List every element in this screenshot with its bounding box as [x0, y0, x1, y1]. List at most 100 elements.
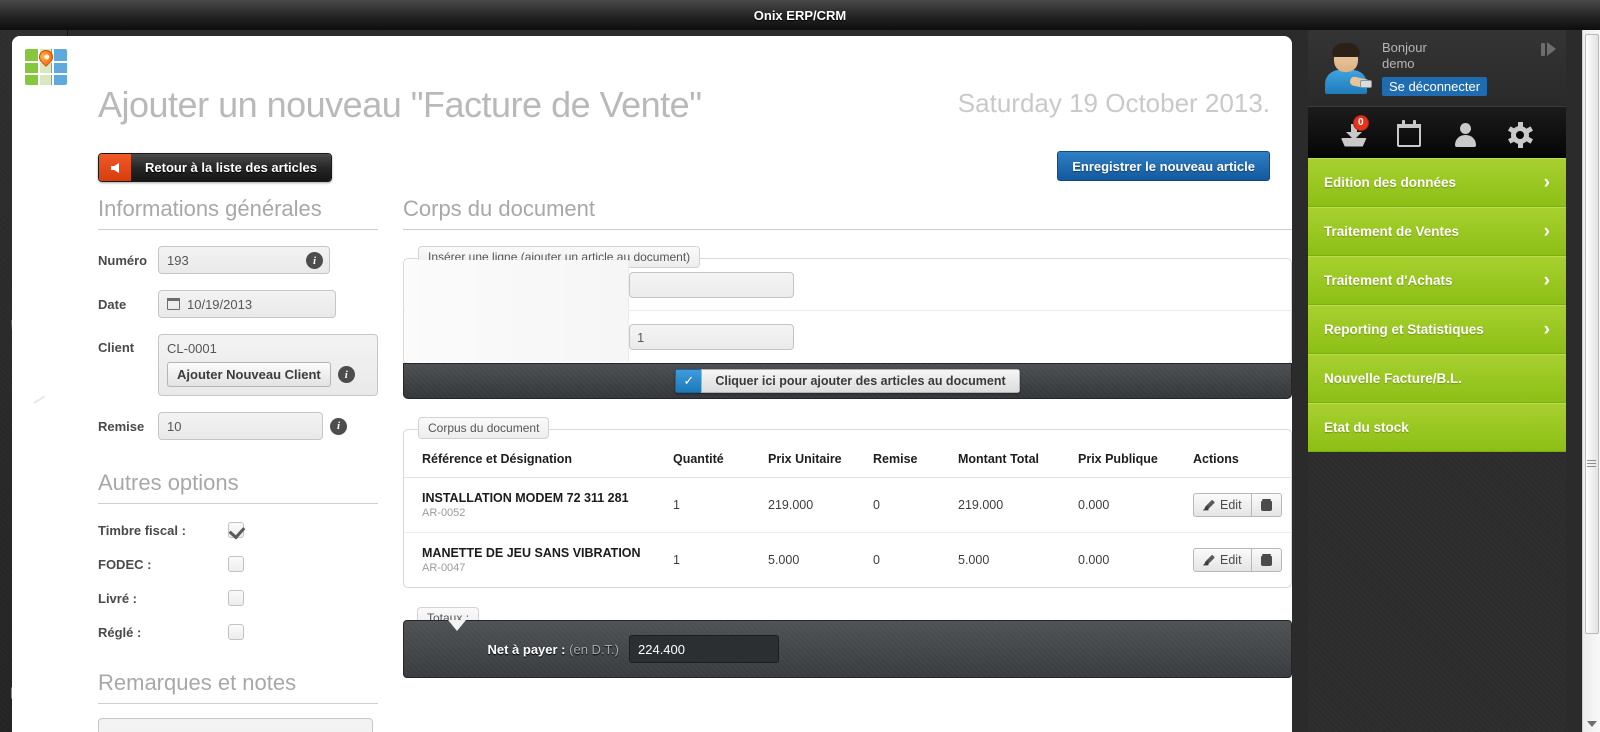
option-timbre-fiscal-checkbox[interactable] — [228, 522, 244, 538]
cell-prix-unitaire: 219.000 — [764, 477, 869, 533]
browser-scrollbar[interactable] — [1582, 30, 1600, 732]
add-new-client-button[interactable]: Ajouter Nouveau Client — [167, 362, 331, 387]
item-designation: INSTALLATION MODEM 72 311 281 — [422, 491, 629, 505]
remise-value: 10 — [167, 418, 182, 434]
table-row: INSTALLATION MODEM 72 311 281 AR-0052 1 … — [404, 477, 1291, 533]
info-icon[interactable]: i — [306, 252, 323, 269]
calendar-icon[interactable] — [1394, 119, 1424, 147]
trash-icon — [1260, 554, 1272, 566]
col-actions: Actions — [1189, 430, 1291, 478]
option-regle-row: Réglé : — [98, 624, 378, 640]
sidebar-item-reporting-et-statistiques[interactable]: Reporting et Statistiques › — [1308, 305, 1566, 354]
delete-row-button[interactable] — [1251, 493, 1282, 517]
add-articles-label: Cliquer ici pour ajouter des articles au… — [701, 369, 1020, 393]
quantity-value: 1 — [637, 329, 645, 345]
numero-input[interactable]: 193 i — [158, 246, 330, 274]
back-to-list-button[interactable]: Retour à la liste des articles — [98, 153, 332, 182]
save-button-label: Enregistrer le nouveau article — [1072, 158, 1255, 174]
edit-row-button[interactable]: Edit — [1193, 548, 1252, 572]
option-livre-checkbox[interactable] — [228, 590, 244, 606]
menu-label: Reporting et Statistiques — [1324, 322, 1484, 337]
item-reference-code: AR-0052 — [422, 507, 466, 519]
option-fodec-checkbox[interactable] — [228, 556, 244, 572]
cell-quantite: 1 — [669, 477, 764, 533]
pencil-icon — [1203, 499, 1215, 511]
items-table: Référence et Désignation Quantité Prix U… — [404, 430, 1291, 587]
quantity-input[interactable]: 1 — [629, 324, 794, 350]
insert-line-grid: Désignation : Quantité 1 — [404, 259, 1291, 363]
edit-row-button[interactable]: Edit — [1193, 493, 1252, 517]
client-value[interactable]: CL-0001 — [167, 341, 369, 356]
field-numero-label: Numéro — [98, 252, 148, 268]
sidebar-item-etat-du-stock[interactable]: Etat du stock — [1308, 403, 1566, 452]
gear-icon[interactable] — [1505, 119, 1535, 148]
designation-input[interactable] — [629, 271, 794, 298]
col-quantite: Quantité — [669, 430, 764, 478]
right-sidebar: Bonjour demo Se déconnecter 0 Edition de… — [1308, 30, 1566, 732]
map-pin-logo-icon — [25, 49, 67, 85]
option-fodec-row: FODEC : — [98, 556, 378, 572]
edit-label: Edit — [1220, 498, 1242, 512]
page-title: Ajouter un nouveau "Facture de Vente" — [98, 84, 702, 125]
field-date-label: Date — [98, 296, 127, 312]
delete-row-button[interactable] — [1251, 548, 1282, 572]
chevron-right-icon: › — [1543, 221, 1550, 242]
calendar-icon[interactable] — [166, 297, 180, 310]
check-icon: ✓ — [675, 369, 702, 393]
scrollbar-thumb[interactable] — [1585, 34, 1599, 634]
item-reference-code: AR-0047 — [422, 562, 466, 574]
option-timbre-fiscal-row: Timbre fiscal : — [98, 522, 378, 538]
cell-prix-publique: 0.000 — [1078, 553, 1110, 567]
chevron-right-icon: › — [1543, 270, 1550, 291]
field-remise-row: Remise 10 i — [98, 412, 378, 440]
back-button-label: Retour à la liste des articles — [131, 154, 331, 181]
add-articles-bar: ✓ Cliquer ici pour ajouter des articles … — [403, 363, 1292, 399]
option-regle-checkbox[interactable] — [228, 624, 244, 640]
back-arrow-icon — [99, 154, 131, 181]
edit-label: Edit — [1220, 553, 1242, 567]
option-livre-row: Livré : — [98, 590, 378, 606]
items-table-legend: Corpus du document — [418, 417, 550, 439]
inbox-download-icon[interactable]: 0 — [1339, 114, 1369, 147]
add-articles-button[interactable]: ✓ Cliquer ici pour ajouter des articles … — [675, 369, 1020, 393]
table-row: MANETTE DE JEU SANS VIBRATION AR-0047 1 … — [404, 533, 1291, 588]
net-a-payer-value: 224.400 — [638, 641, 685, 657]
menu-label: Traitement de Ventes — [1324, 224, 1460, 239]
field-remise-label: Remise — [98, 418, 145, 434]
client-field-box: CL-0001 Ajouter Nouveau Client i — [158, 334, 378, 396]
sidebar-item-nouvelle-facture-bl[interactable]: Nouvelle Facture/B.L. — [1308, 354, 1566, 403]
net-label-text: Net à payer : — [487, 641, 566, 657]
collapse-panel-icon[interactable] — [1541, 42, 1556, 56]
sidebar-item-traitement-de-ventes[interactable]: Traitement de Ventes › — [1308, 207, 1566, 256]
chevron-right-icon: › — [1543, 172, 1550, 193]
info-icon[interactable]: i — [330, 417, 347, 435]
option-livre-label: Livré : — [98, 590, 138, 606]
cell-reference: INSTALLATION MODEM 72 311 281 AR-0052 — [404, 477, 669, 533]
notes-textarea[interactable] — [98, 718, 373, 732]
trash-icon — [1260, 499, 1272, 511]
cell-actions: Edit — [1189, 533, 1291, 588]
item-designation: MANETTE DE JEU SANS VIBRATION — [422, 546, 641, 560]
date-input[interactable]: 10/19/2013 — [158, 290, 336, 318]
col-montant-total: Montant Total — [954, 430, 1074, 478]
items-table-panel: Corpus du document Référence et Désignat… — [403, 417, 1292, 588]
avatar — [1320, 42, 1372, 94]
cell-actions: Edit — [1189, 477, 1291, 533]
cell-remise: 0 — [873, 553, 880, 567]
sidebar-item-traitement-dachats[interactable]: Traitement d'Achats › — [1308, 256, 1566, 305]
save-new-article-button[interactable]: Enregistrer le nouveau article — [1057, 151, 1270, 181]
col-remise: Remise — [869, 430, 954, 478]
pencil-icon — [1203, 554, 1215, 566]
scroll-down-arrow-icon[interactable] — [1587, 721, 1597, 727]
totals-panel: Totaux : Net à payer : (en D.T.) 224.400 — [403, 607, 1292, 678]
sidebar-item-edition-des-donnees[interactable]: Edition des données › — [1308, 158, 1566, 207]
main-content-page: Ajouter un nouveau "Facture de Vente" Sa… — [12, 36, 1292, 732]
option-regle-label: Réglé : — [98, 624, 142, 640]
logout-button[interactable]: Se déconnecter — [1382, 77, 1488, 96]
option-timbre-fiscal-label: Timbre fiscal : — [98, 522, 186, 538]
user-icon[interactable] — [1450, 119, 1480, 147]
info-icon[interactable]: i — [337, 366, 355, 383]
net-a-payer-value-input[interactable]: 224.400 — [629, 635, 779, 663]
currency-note: (en D.T.) — [569, 641, 619, 657]
remise-input[interactable]: 10 — [158, 412, 323, 440]
